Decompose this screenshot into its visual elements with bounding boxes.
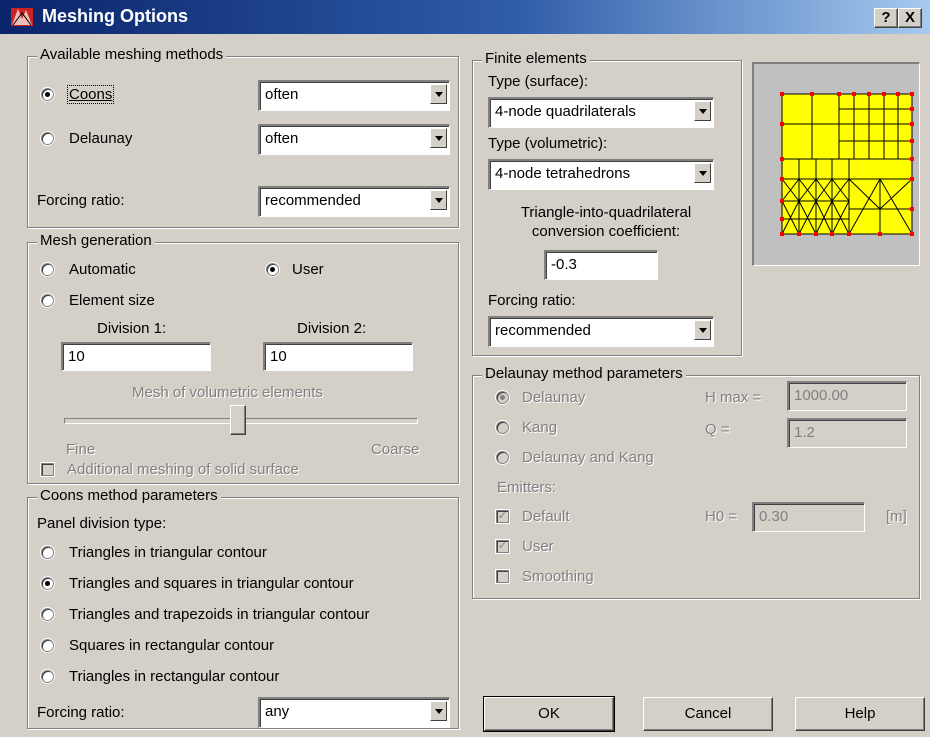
chevron-down-icon[interactable] xyxy=(430,701,447,721)
methods-forcing-label: Forcing ratio: xyxy=(37,192,125,209)
additional-meshing-label: Additional meshing of solid surface xyxy=(67,461,299,478)
h0-input[interactable]: 0.30 xyxy=(752,502,865,532)
user-emitter-checkbox[interactable]: ✓ xyxy=(497,541,508,552)
fine-label: Fine xyxy=(66,441,96,458)
panel-option-label-3: Squares in rectangular contour xyxy=(69,637,275,654)
emitters-label: Emitters: xyxy=(497,479,557,496)
division2-input[interactable]: 10 xyxy=(263,342,413,371)
surface-type-label: Type (surface): xyxy=(488,73,589,90)
h0-label: H0 = xyxy=(705,508,738,525)
user-label: User xyxy=(292,261,324,278)
mesh-preview xyxy=(752,62,920,266)
volumetric-type-label: Type (volumetric): xyxy=(488,135,608,152)
chevron-down-icon[interactable] xyxy=(694,101,711,121)
smoothing-checkbox[interactable] xyxy=(497,571,508,582)
q-input[interactable]: 1.2 xyxy=(787,418,907,448)
methods-forcing-select[interactable]: recommended xyxy=(258,186,450,217)
delaunay-option-label: Delaunay xyxy=(522,389,586,406)
kang-option-radio[interactable] xyxy=(497,422,508,433)
ok-button[interactable]: OK xyxy=(483,696,615,732)
chevron-down-icon[interactable] xyxy=(430,84,447,104)
delaunay-label: Delaunay xyxy=(69,130,133,147)
coons-label: Coons xyxy=(67,85,115,104)
help-button[interactable]: Help xyxy=(795,697,925,731)
coons-frequency-select[interactable]: often xyxy=(258,80,450,111)
default-label: Default xyxy=(522,508,570,525)
panel-option-radio-3[interactable] xyxy=(42,640,53,651)
surface-type-select[interactable]: 4-node quadrilaterals xyxy=(488,97,714,128)
smoothing-label: Smoothing xyxy=(522,568,594,585)
panel-option-radio-2[interactable] xyxy=(42,609,53,620)
volumetric-type-value: 4-node tetrahedrons xyxy=(495,165,631,182)
coons-params-legend: Coons method parameters xyxy=(37,487,221,505)
element-size-label: Element size xyxy=(69,292,155,309)
hmax-label: H max = xyxy=(705,389,762,406)
delaunay-kang-radio[interactable] xyxy=(497,452,508,463)
coons-radio[interactable] xyxy=(42,89,53,100)
panel-option-label-4: Triangles in rectangular contour xyxy=(69,668,280,685)
delaunay-frequency-select[interactable]: often xyxy=(258,124,450,155)
coef-label-line1: Triangle-into-quadrilateral xyxy=(520,204,692,221)
close-icon[interactable]: X xyxy=(898,8,922,28)
volumetric-slider-thumb[interactable] xyxy=(230,405,246,435)
panel-option-label-2: Triangles and trapezoids in triangular c… xyxy=(69,606,370,623)
coons-forcing-select[interactable]: any xyxy=(258,697,450,728)
delaunay-params-legend: Delaunay method parameters xyxy=(482,365,686,383)
volumetric-mesh-label: Mesh of volumetric elements xyxy=(132,384,323,401)
panel-option-label-1: Triangles and squares in triangular cont… xyxy=(69,575,354,592)
delaunay-frequency-value: often xyxy=(265,130,299,147)
conversion-coef-input[interactable]: -0.3 xyxy=(544,250,658,280)
app-icon xyxy=(10,5,34,29)
division2-label: Division 2: xyxy=(297,320,367,337)
panel-option-radio-1[interactable] xyxy=(42,578,53,589)
methods-forcing-value: recommended xyxy=(265,192,361,209)
hmax-input[interactable]: 1000.00 xyxy=(787,381,907,411)
chevron-down-icon[interactable] xyxy=(430,190,447,210)
coef-label-line2: conversion coefficient: xyxy=(531,223,681,240)
finite-forcing-value: recommended xyxy=(495,322,591,339)
delaunay-option-radio[interactable] xyxy=(497,392,508,403)
delaunay-kang-label: Delaunay and Kang xyxy=(522,449,654,466)
finite-elements-legend: Finite elements xyxy=(482,50,590,68)
meshing-methods-legend: Available meshing methods xyxy=(37,46,227,64)
cancel-button[interactable]: Cancel xyxy=(643,697,773,731)
h0-unit-label: [m] xyxy=(886,508,907,525)
additional-meshing-checkbox[interactable] xyxy=(42,464,53,475)
finite-forcing-select[interactable]: recommended xyxy=(488,316,714,347)
volumetric-type-select[interactable]: 4-node tetrahedrons xyxy=(488,159,714,190)
coarse-label: Coarse xyxy=(371,441,420,458)
user-emitter-label: User xyxy=(522,538,554,555)
division1-input[interactable]: 10 xyxy=(61,342,211,371)
user-radio[interactable] xyxy=(267,264,278,275)
panel-option-radio-0[interactable] xyxy=(42,547,53,558)
coons-label-text: Coons xyxy=(69,86,113,103)
mesh-generation-legend: Mesh generation xyxy=(37,232,155,250)
automatic-radio[interactable] xyxy=(42,264,53,275)
default-checkbox[interactable]: ✓ xyxy=(497,511,508,522)
chevron-down-icon[interactable] xyxy=(694,163,711,183)
coons-forcing-value: any xyxy=(265,703,290,720)
finite-forcing-label: Forcing ratio: xyxy=(488,292,576,309)
surface-type-value: 4-node quadrilaterals xyxy=(495,103,636,120)
panel-option-label-0: Triangles in triangular contour xyxy=(69,544,267,561)
division1-label: Division 1: xyxy=(97,320,167,337)
mesh-preview-image xyxy=(780,92,914,236)
panel-division-label: Panel division type: xyxy=(37,515,167,532)
chevron-down-icon[interactable] xyxy=(430,128,447,148)
panel-option-radio-4[interactable] xyxy=(42,671,53,682)
coons-forcing-label: Forcing ratio: xyxy=(37,704,125,721)
delaunay-radio[interactable] xyxy=(42,133,53,144)
chevron-down-icon[interactable] xyxy=(694,320,711,340)
coons-frequency-value: often xyxy=(265,86,299,103)
kang-option-label: Kang xyxy=(522,419,558,436)
help-icon[interactable]: ? xyxy=(874,8,898,28)
element-size-radio[interactable] xyxy=(42,295,53,306)
automatic-label: Automatic xyxy=(69,261,136,278)
window-title: Meshing Options xyxy=(42,6,188,26)
q-label: Q = xyxy=(705,421,730,438)
